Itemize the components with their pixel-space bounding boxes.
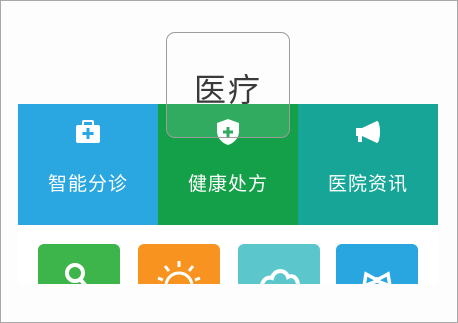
app-button-cloud[interactable]: [238, 244, 320, 284]
tile-label: 医院资讯: [327, 173, 408, 195]
tile-label: 智能分诊: [47, 173, 128, 195]
hover-tooltip: 医疗: [166, 32, 290, 138]
cloud-icon: [260, 269, 300, 284]
medical-kit-icon: [76, 120, 100, 143]
megaphone-icon: [356, 121, 380, 143]
sun-icon: [157, 261, 201, 284]
app-button-bow[interactable]: [336, 244, 418, 284]
tile-hospital-news[interactable]: 医院资讯: [298, 104, 438, 225]
tile-label: 健康处方: [187, 173, 268, 195]
tooltip-text: 医疗: [193, 71, 262, 109]
bow-icon: [362, 271, 392, 284]
app-icon-row: [18, 225, 438, 284]
app-button-search[interactable]: [38, 244, 120, 284]
tile-smart-triage[interactable]: 智能分诊: [18, 104, 158, 225]
search-icon: [65, 263, 87, 284]
app-button-sun[interactable]: [138, 244, 220, 284]
